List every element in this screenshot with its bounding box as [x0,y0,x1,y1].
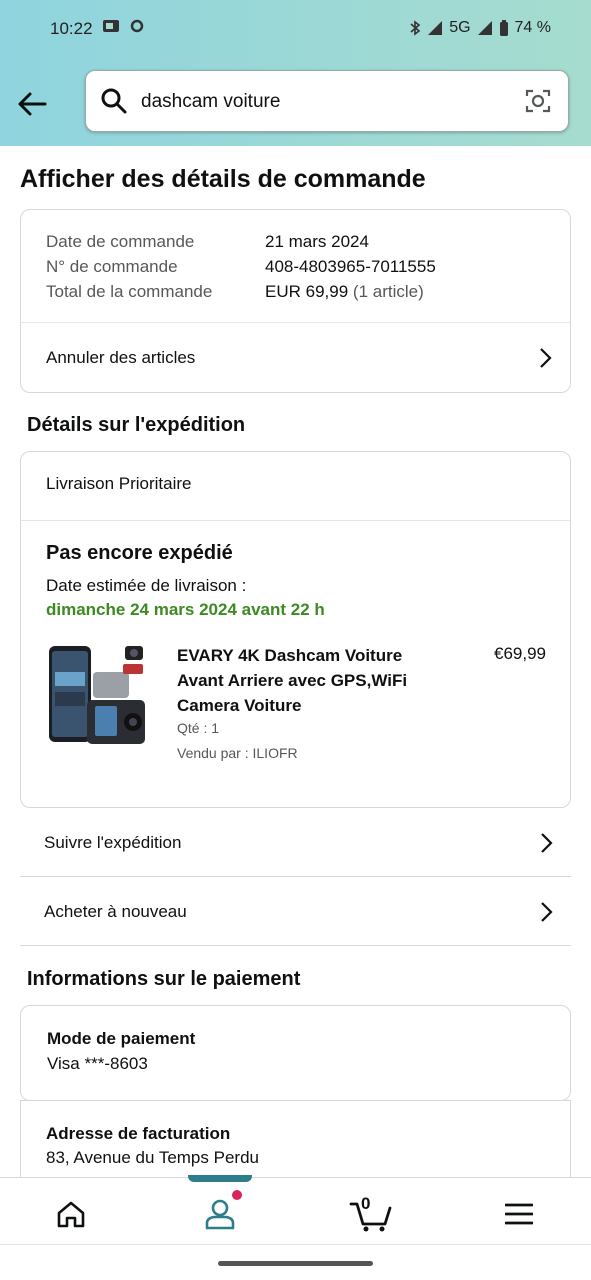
page-title: Afficher des détails de commande [20,165,426,193]
back-button[interactable] [14,86,50,122]
notification-dot [232,1190,242,1200]
payment-method-value: Visa ***-8603 [47,1054,148,1073]
delivery-estimate-label: Date estimée de livraison : [46,576,247,595]
product-image[interactable] [47,642,153,752]
gesture-home-indicator[interactable] [218,1261,373,1266]
network-type: 5G [449,19,471,36]
shipping-section-title: Détails sur l'expédition [27,414,246,436]
nav-menu[interactable] [489,1194,549,1234]
cart-count: 0 [361,1194,371,1213]
status-notification-icons [102,18,144,34]
home-icon [57,1201,85,1228]
order-number-value: 408-4803965-7011555 [265,257,436,276]
order-total-amount: EUR 69,99 [265,282,349,301]
buy-again-button[interactable]: Acheter à nouveau [20,878,571,946]
status-bar: 10:22 5G 74 % [0,0,591,60]
divider [21,520,570,521]
billing-address-title: Adresse de facturation [46,1124,231,1143]
signal-icon-2 [477,21,492,35]
back-arrow-icon [18,92,47,116]
payment-section-title: Informations sur le paiement [27,968,301,990]
cancel-items-button[interactable]: Annuler des articles [21,323,570,393]
active-tab-indicator [188,1175,252,1182]
nav-cart[interactable]: 0 [341,1194,401,1234]
product-seller: Vendu par : ILIOFR [177,745,298,761]
order-summary-card: Date de commande 21 mars 2024 N° de comm… [20,209,571,393]
bottom-nav: 0 [0,1175,591,1280]
bluetooth-icon [410,20,421,36]
battery-icon [499,19,508,36]
shipment-status: Pas encore expédié [46,542,233,564]
billing-address-line: 83, Avenue du Temps Perdu [46,1148,259,1167]
order-total-value: EUR 69,99 (1 article) [265,282,424,302]
status-right: 5G 74 % [409,19,551,37]
nav-home[interactable] [41,1194,101,1234]
notification-app-icon [103,20,119,32]
payment-method-title: Mode de paiement [47,1029,196,1048]
status-time: 10:22 [50,19,93,38]
delivery-method: Livraison Prioritaire [46,474,192,493]
circle-icon [130,19,144,33]
product-title-link[interactable]: EVARY 4K Dashcam Voiture Avant Arriere a… [177,643,427,718]
product-price: €69,99 [494,644,546,663]
order-date-label: Date de commande [46,232,195,251]
cart-icon [349,1202,392,1232]
chevron-right-icon [541,901,553,922]
product-quantity: Qté : 1 [177,720,220,736]
nav-account[interactable] [190,1194,250,1234]
track-shipment-button[interactable]: Suivre l'expédition [20,809,571,877]
order-date-value: 21 mars 2024 [265,232,369,251]
chevron-right-icon [540,348,552,368]
battery-level: 74 % [514,19,551,36]
shipment-card: Livraison Prioritaire Pas encore expédié… [20,451,571,808]
cancel-items-label: Annuler des articles [46,348,196,367]
chevron-right-icon [541,832,553,853]
delivery-estimate-date: dimanche 24 mars 2024 avant 22 h [46,600,325,619]
search-box[interactable] [85,70,569,132]
order-total-label: Total de la commande [46,282,213,301]
search-icon [101,88,127,114]
divider [0,1244,591,1245]
order-number-label: N° de commande [46,257,178,276]
payment-method-card: Mode de paiement Visa ***-8603 [20,1005,571,1101]
track-shipment-label: Suivre l'expédition [44,832,182,852]
signal-icon [428,21,443,35]
menu-icon [505,1203,533,1225]
camera-search-icon[interactable] [524,87,552,115]
order-item-count: (1 article) [352,282,424,301]
buy-again-label: Acheter à nouveau [44,901,187,921]
account-icon [205,1199,235,1230]
search-input[interactable] [141,83,511,121]
